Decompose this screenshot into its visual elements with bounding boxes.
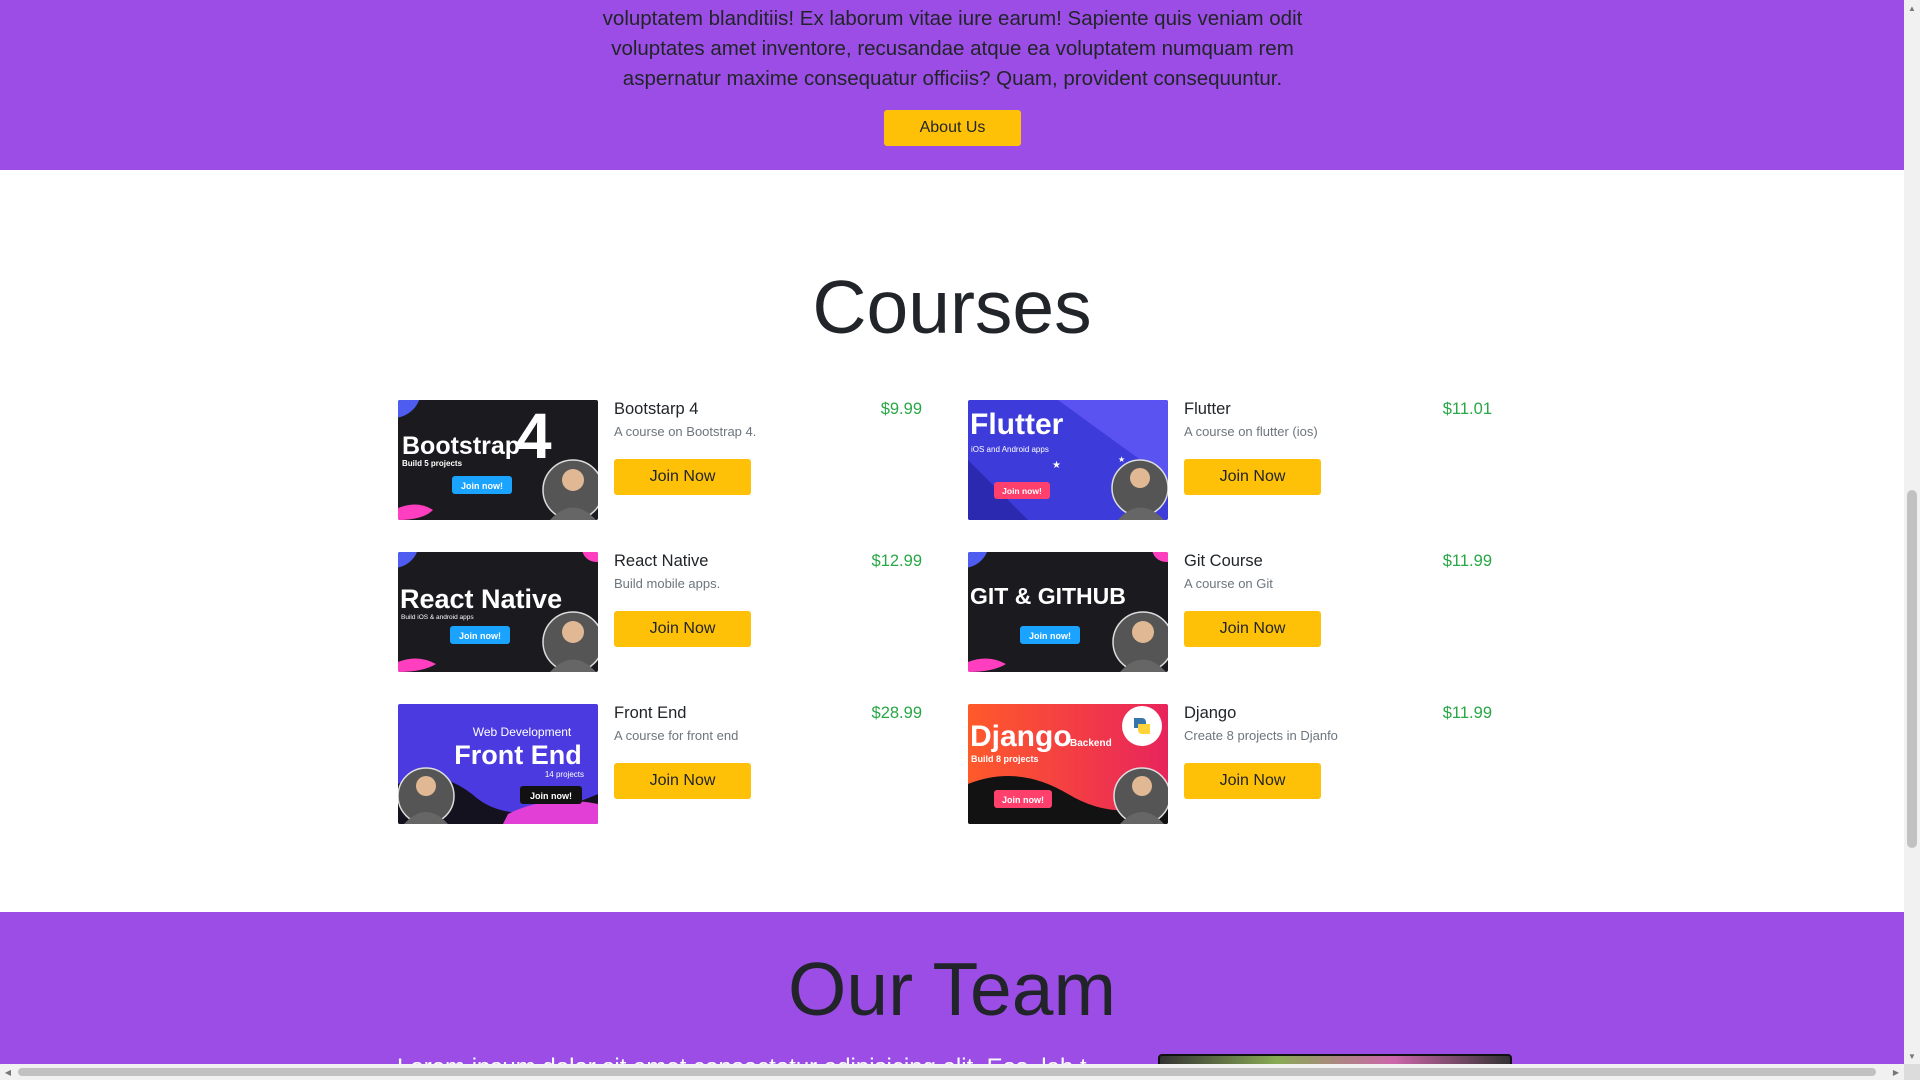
team-text: Lorem ipsum dolor sit amet consectetur a… — [397, 1054, 1087, 1064]
vertical-scroll-thumb[interactable] — [1907, 490, 1917, 848]
join-now-button[interactable]: Join Now — [1184, 611, 1321, 647]
course-card: Web Development Front End 14 projects Jo… — [398, 704, 922, 824]
svg-text:Build 5 projects: Build 5 projects — [402, 459, 463, 468]
svg-text:GIT & GITHUB: GIT & GITHUB — [970, 583, 1126, 609]
horizontal-scrollbar[interactable]: ◀ ▶ — [0, 1064, 1904, 1080]
course-name: Flutter — [1184, 400, 1231, 418]
scroll-up-icon[interactable]: ▲ — [1904, 0, 1920, 16]
svg-text:Join now!: Join now! — [530, 791, 572, 801]
scroll-left-icon[interactable]: ◀ — [0, 1064, 16, 1080]
join-now-button[interactable]: Join Now — [1184, 459, 1321, 495]
page: voluptatem blanditiis! Ex laborum vitae … — [0, 0, 1904, 1064]
course-description: Build mobile apps. — [614, 576, 721, 591]
course-card: Bootstrap 4 Build 5 projects Join now! B… — [398, 400, 922, 520]
svg-text:Front End: Front End — [454, 740, 581, 770]
course-price: $12.99 — [871, 552, 922, 570]
team-section: Our Team Lorem ipsum dolor sit amet cons… — [0, 912, 1904, 1064]
course-description: A course on flutter (ios) — [1184, 424, 1318, 439]
course-price: $11.99 — [1442, 704, 1492, 722]
course-price: $11.99 — [1442, 552, 1492, 570]
team-image — [1158, 1054, 1512, 1064]
course-thumbnail-flutter[interactable]: Flutter iOS and Android apps ★ ★ Join no… — [968, 400, 1168, 520]
course-name: Git Course — [1184, 552, 1263, 570]
svg-text:Web Development: Web Development — [473, 725, 572, 739]
about-paragraph: voluptatem blanditiis! Ex laborum vitae … — [602, 7, 1303, 90]
course-name: React Native — [614, 552, 709, 570]
svg-text:14 projects: 14 projects — [545, 770, 584, 779]
svg-text:React Native: React Native — [400, 584, 562, 614]
course-price: $28.99 — [871, 704, 922, 722]
horizontal-scroll-thumb[interactable] — [18, 1068, 1876, 1076]
svg-text:iOS and Android apps: iOS and Android apps — [971, 445, 1049, 454]
scrollbar-corner — [1904, 1064, 1920, 1080]
svg-text:Join now!: Join now! — [1002, 795, 1044, 805]
course-description: A course on Bootstrap 4. — [614, 424, 757, 439]
course-price: $11.01 — [1442, 400, 1492, 418]
course-card: GIT & GITHUB Join now! Git Course $11.99… — [968, 552, 1492, 672]
course-description: A course on Git — [1184, 576, 1273, 591]
course-thumbnail-django[interactable]: Django Backend Build 8 projects Join now… — [968, 704, 1168, 824]
vertical-scrollbar[interactable]: ▲ ▼ — [1904, 0, 1920, 1064]
join-now-button[interactable]: Join Now — [614, 763, 751, 799]
course-card: React Native Build iOS & android apps Jo… — [398, 552, 922, 672]
course-thumbnail-bootstrap[interactable]: Bootstrap 4 Build 5 projects Join now! — [398, 400, 598, 520]
svg-text:Join now!: Join now! — [1002, 486, 1042, 496]
course-name: Bootstarp 4 — [614, 400, 699, 418]
about-text: voluptatem blanditiis! Ex laborum vitae … — [595, 0, 1310, 94]
course-card: Flutter iOS and Android apps ★ ★ Join no… — [968, 400, 1492, 520]
svg-text:Join now!: Join now! — [461, 481, 503, 491]
svg-text:Django: Django — [970, 720, 1072, 753]
svg-text:Build 8 projects: Build 8 projects — [971, 754, 1039, 764]
course-description: Create 8 projects in Djanfo — [1184, 728, 1338, 743]
svg-text:Join now!: Join now! — [1029, 631, 1071, 641]
courses-heading: Courses — [812, 265, 1092, 349]
join-now-button[interactable]: Join Now — [614, 459, 751, 495]
course-thumbnail-react-native[interactable]: React Native Build iOS & android apps Jo… — [398, 552, 598, 672]
team-heading: Our Team — [788, 947, 1116, 1031]
course-name: Django — [1184, 704, 1237, 722]
svg-text:★: ★ — [1118, 455, 1125, 464]
scroll-down-icon[interactable]: ▼ — [1904, 1048, 1920, 1064]
course-thumbnail-front-end[interactable]: Web Development Front End 14 projects Jo… — [398, 704, 598, 824]
course-description: A course for front end — [614, 728, 739, 743]
svg-text:★: ★ — [1052, 460, 1061, 471]
about-section: voluptatem blanditiis! Ex laborum vitae … — [0, 0, 1904, 170]
join-now-button[interactable]: Join Now — [1184, 763, 1321, 799]
course-price: $9.99 — [880, 400, 922, 418]
svg-text:Join now!: Join now! — [459, 631, 501, 641]
course-name: Front End — [614, 704, 687, 722]
svg-text:Flutter: Flutter — [970, 408, 1064, 441]
svg-text:4: 4 — [516, 400, 552, 472]
scroll-right-icon[interactable]: ▶ — [1888, 1064, 1904, 1080]
join-now-button[interactable]: Join Now — [614, 611, 751, 647]
svg-text:Build iOS & android apps: Build iOS & android apps — [401, 614, 474, 621]
svg-text:Backend: Backend — [1070, 738, 1112, 749]
about-us-button[interactable]: About Us — [884, 110, 1021, 146]
course-thumbnail-git[interactable]: GIT & GITHUB Join now! — [968, 552, 1168, 672]
course-card: Django Backend Build 8 projects Join now… — [968, 704, 1492, 824]
svg-text:Bootstrap: Bootstrap — [402, 432, 520, 460]
